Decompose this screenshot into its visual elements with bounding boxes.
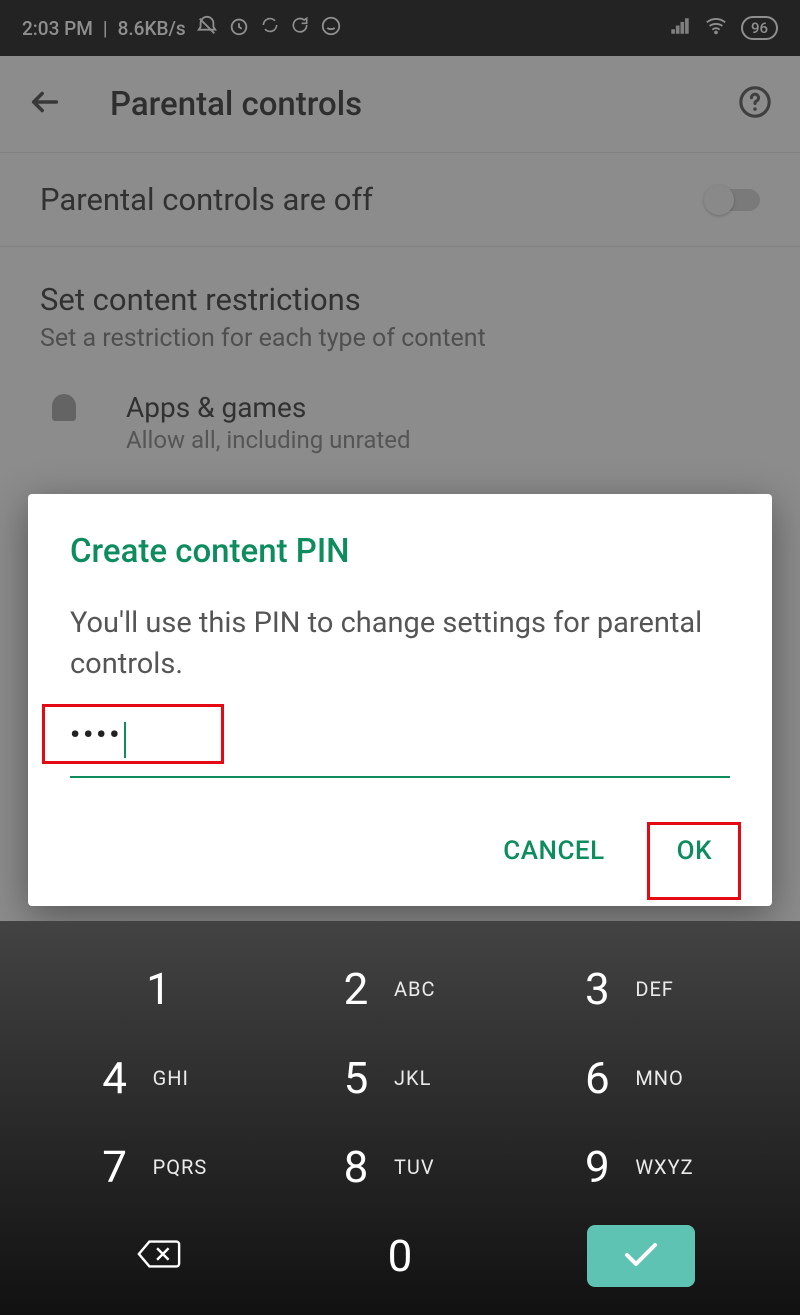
key-3-lbl: DEF bbox=[635, 977, 705, 1001]
key-9-num: 9 bbox=[577, 1141, 617, 1193]
annotation-box-pin bbox=[42, 704, 224, 764]
key-8-lbl: TUV bbox=[394, 1155, 464, 1179]
key-9[interactable]: 9 WXYZ bbox=[531, 1125, 752, 1208]
pin-input[interactable]: •••• bbox=[70, 718, 730, 778]
key-4-num: 4 bbox=[95, 1052, 135, 1104]
key-8[interactable]: 8 TUV bbox=[289, 1125, 510, 1208]
key-9-lbl: WXYZ bbox=[635, 1155, 705, 1179]
create-pin-dialog: Create content PIN You'll use this PIN t… bbox=[28, 494, 772, 906]
key-7[interactable]: 7 PQRS bbox=[48, 1125, 269, 1208]
key-2[interactable]: 2 ABC bbox=[289, 947, 510, 1030]
dialog-body: You'll use this PIN to change settings f… bbox=[70, 603, 730, 684]
key-6-num: 6 bbox=[577, 1052, 617, 1104]
check-icon bbox=[621, 1239, 661, 1273]
cancel-button[interactable]: CANCEL bbox=[485, 822, 622, 880]
key-7-num: 7 bbox=[95, 1141, 135, 1193]
key-backspace[interactable] bbox=[48, 1214, 269, 1297]
key-6-lbl: MNO bbox=[635, 1066, 705, 1090]
key-8-num: 8 bbox=[336, 1141, 376, 1193]
key-5-lbl: JKL bbox=[394, 1066, 464, 1090]
key-5-num: 5 bbox=[336, 1052, 376, 1104]
numeric-keypad: 1 2 ABC 3 DEF 4 GHI 5 JKL 6 MNO 7 PQRS 8 TUV 9W… bbox=[0, 921, 800, 1315]
key-done[interactable] bbox=[531, 1214, 752, 1297]
key-7-lbl: PQRS bbox=[153, 1155, 223, 1179]
key-1[interactable]: 1 bbox=[48, 947, 269, 1030]
key-5[interactable]: 5 JKL bbox=[289, 1036, 510, 1119]
backspace-icon bbox=[136, 1237, 182, 1275]
key-4-lbl: GHI bbox=[153, 1066, 223, 1090]
key-0-num: 0 bbox=[380, 1230, 420, 1282]
done-button bbox=[587, 1225, 695, 1287]
key-4[interactable]: 4 GHI bbox=[48, 1036, 269, 1119]
key-2-num: 2 bbox=[336, 963, 376, 1015]
key-3-num: 3 bbox=[577, 963, 617, 1015]
dialog-title: Create content PIN bbox=[70, 532, 730, 571]
key-1-num: 1 bbox=[139, 963, 179, 1015]
key-2-lbl: ABC bbox=[394, 977, 464, 1001]
key-3[interactable]: 3 DEF bbox=[531, 947, 752, 1030]
key-6[interactable]: 6 MNO bbox=[531, 1036, 752, 1119]
annotation-box-ok bbox=[647, 822, 741, 900]
key-0[interactable]: 0 bbox=[289, 1214, 510, 1297]
